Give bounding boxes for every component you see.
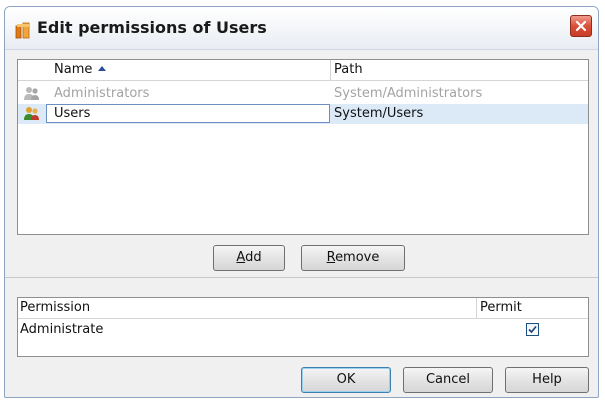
remove-button-label-rest: emove [335, 250, 380, 265]
dialog-title: Edit permissions of Users [37, 18, 267, 37]
user-path: System/Administrators [334, 86, 483, 101]
sort-ascending-icon [98, 66, 107, 71]
user-name: Administrators [54, 86, 150, 101]
user-group-icon [23, 86, 41, 102]
column-header-name[interactable]: Name [54, 62, 107, 77]
section-divider [5, 277, 598, 278]
checkmark-icon [528, 325, 537, 334]
user-name: Users [54, 106, 91, 121]
add-button[interactable]: Add [213, 245, 285, 271]
add-button-label-rest: dd [245, 250, 262, 265]
column-header-permit[interactable]: Permit [480, 300, 522, 315]
title-bar[interactable]: Edit permissions of Users [5, 7, 598, 50]
permit-checkbox[interactable] [526, 323, 539, 336]
user-list[interactable]: Name Path Administrators System/Administ… [17, 59, 589, 235]
permission-row-administrate[interactable]: Administrate [18, 320, 588, 340]
user-row-administrators[interactable]: Administrators System/Administrators [18, 84, 588, 104]
remove-button[interactable]: Remove [301, 245, 405, 271]
ok-button[interactable]: OK [301, 367, 391, 393]
close-button[interactable] [570, 15, 592, 37]
column-header-permission[interactable]: Permission [20, 300, 90, 315]
remove-button-mnemonic: R [326, 250, 336, 265]
permissions-header: Permission Permit [18, 298, 588, 319]
user-list-header: Name Path [18, 60, 588, 81]
permissions-table[interactable]: Permission Permit Administrate [17, 297, 589, 357]
column-header-path[interactable]: Path [334, 62, 363, 77]
user-path: System/Users [334, 106, 424, 121]
column-header-name-label: Name [54, 62, 93, 77]
close-icon [575, 20, 587, 32]
help-button[interactable]: Help [505, 367, 589, 393]
column-divider[interactable] [476, 298, 477, 318]
column-divider[interactable] [330, 60, 331, 80]
permission-name: Administrate [20, 322, 104, 337]
user-group-icon [23, 106, 41, 122]
edit-permissions-dialog: Edit permissions of Users Name Path Admi… [4, 6, 599, 398]
user-row-users[interactable]: Users System/Users [18, 104, 588, 124]
add-button-mnemonic: A [236, 250, 246, 265]
cancel-button[interactable]: Cancel [403, 367, 493, 393]
folder-key-icon [15, 21, 31, 39]
